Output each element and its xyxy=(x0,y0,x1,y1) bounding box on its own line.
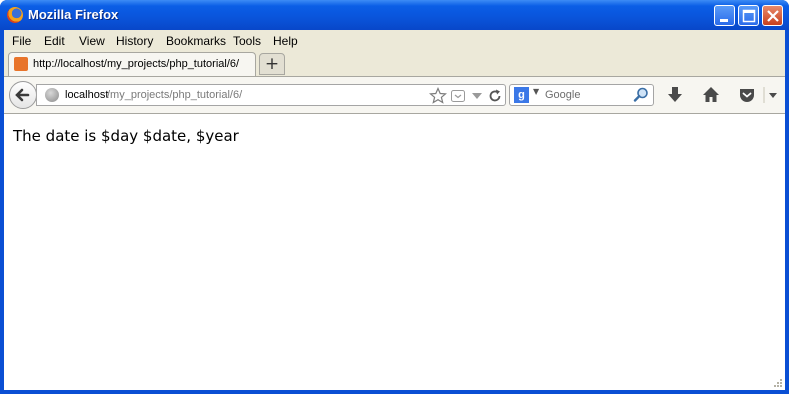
navigation-bar: localhost /my_projects/php_tutorial/6/ g… xyxy=(4,76,785,114)
url-host: localhost xyxy=(65,89,109,101)
back-button[interactable] xyxy=(9,81,37,109)
reader-pocket-icon[interactable] xyxy=(450,87,466,105)
reload-icon[interactable] xyxy=(487,87,503,105)
dropdown-arrow-icon[interactable] xyxy=(470,87,484,105)
downloads-icon[interactable] xyxy=(666,85,684,105)
menu-bookmarks[interactable]: Bookmarks xyxy=(166,34,226,48)
maximize-button[interactable] xyxy=(738,5,759,26)
pocket-icon[interactable] xyxy=(737,85,757,105)
bookmark-star-icon[interactable] xyxy=(429,87,447,105)
search-input[interactable] xyxy=(545,87,627,103)
browser-window: Mozilla Firefox File Edit View History B… xyxy=(0,0,789,394)
globe-icon xyxy=(45,88,59,102)
url-bar[interactable]: localhost /my_projects/php_tutorial/6/ xyxy=(36,84,506,106)
xampp-favicon-icon xyxy=(14,57,28,71)
maximize-icon xyxy=(742,9,756,23)
title-bar[interactable]: Mozilla Firefox xyxy=(0,0,789,30)
search-bar[interactable]: g ▼ xyxy=(509,84,654,106)
menu-tools[interactable]: Tools xyxy=(233,34,261,48)
close-icon xyxy=(767,10,779,22)
menu-bar: File Edit View History Bookmarks Tools H… xyxy=(4,30,785,52)
firefox-logo-icon xyxy=(7,7,23,23)
search-magnifier-icon[interactable] xyxy=(632,86,650,104)
menu-edit[interactable]: Edit xyxy=(44,34,65,48)
menu-view[interactable]: View xyxy=(79,34,105,48)
url-path: /my_projects/php_tutorial/6/ xyxy=(107,89,243,101)
minimize-button[interactable] xyxy=(714,5,735,26)
tab-active[interactable]: http://localhost/my_projects/php_tutoria… xyxy=(8,52,256,76)
tab-label: http://localhost/my_projects/php_tutoria… xyxy=(33,58,240,70)
resize-grip-icon[interactable] xyxy=(773,378,783,388)
tab-strip: http://localhost/my_projects/php_tutoria… xyxy=(4,52,785,76)
page-content: The date is $day $date, $year xyxy=(4,114,785,390)
google-engine-icon[interactable]: g xyxy=(514,87,529,103)
page-text: The date is $day $date, $year xyxy=(13,127,239,145)
menu-file[interactable]: File xyxy=(12,34,31,48)
engine-dropdown-icon[interactable]: ▼ xyxy=(533,87,539,96)
browser-chrome: File Edit View History Bookmarks Tools H… xyxy=(4,30,785,114)
home-icon[interactable] xyxy=(701,85,721,105)
new-tab-button[interactable]: + xyxy=(259,53,285,75)
menu-help[interactable]: Help xyxy=(273,34,298,48)
close-button[interactable] xyxy=(762,5,783,26)
minimize-icon xyxy=(720,19,728,22)
window-title: Mozilla Firefox xyxy=(28,7,119,22)
menu-overflow-icon[interactable] xyxy=(763,85,781,105)
menu-history[interactable]: History xyxy=(116,34,153,48)
back-arrow-icon xyxy=(15,88,30,102)
